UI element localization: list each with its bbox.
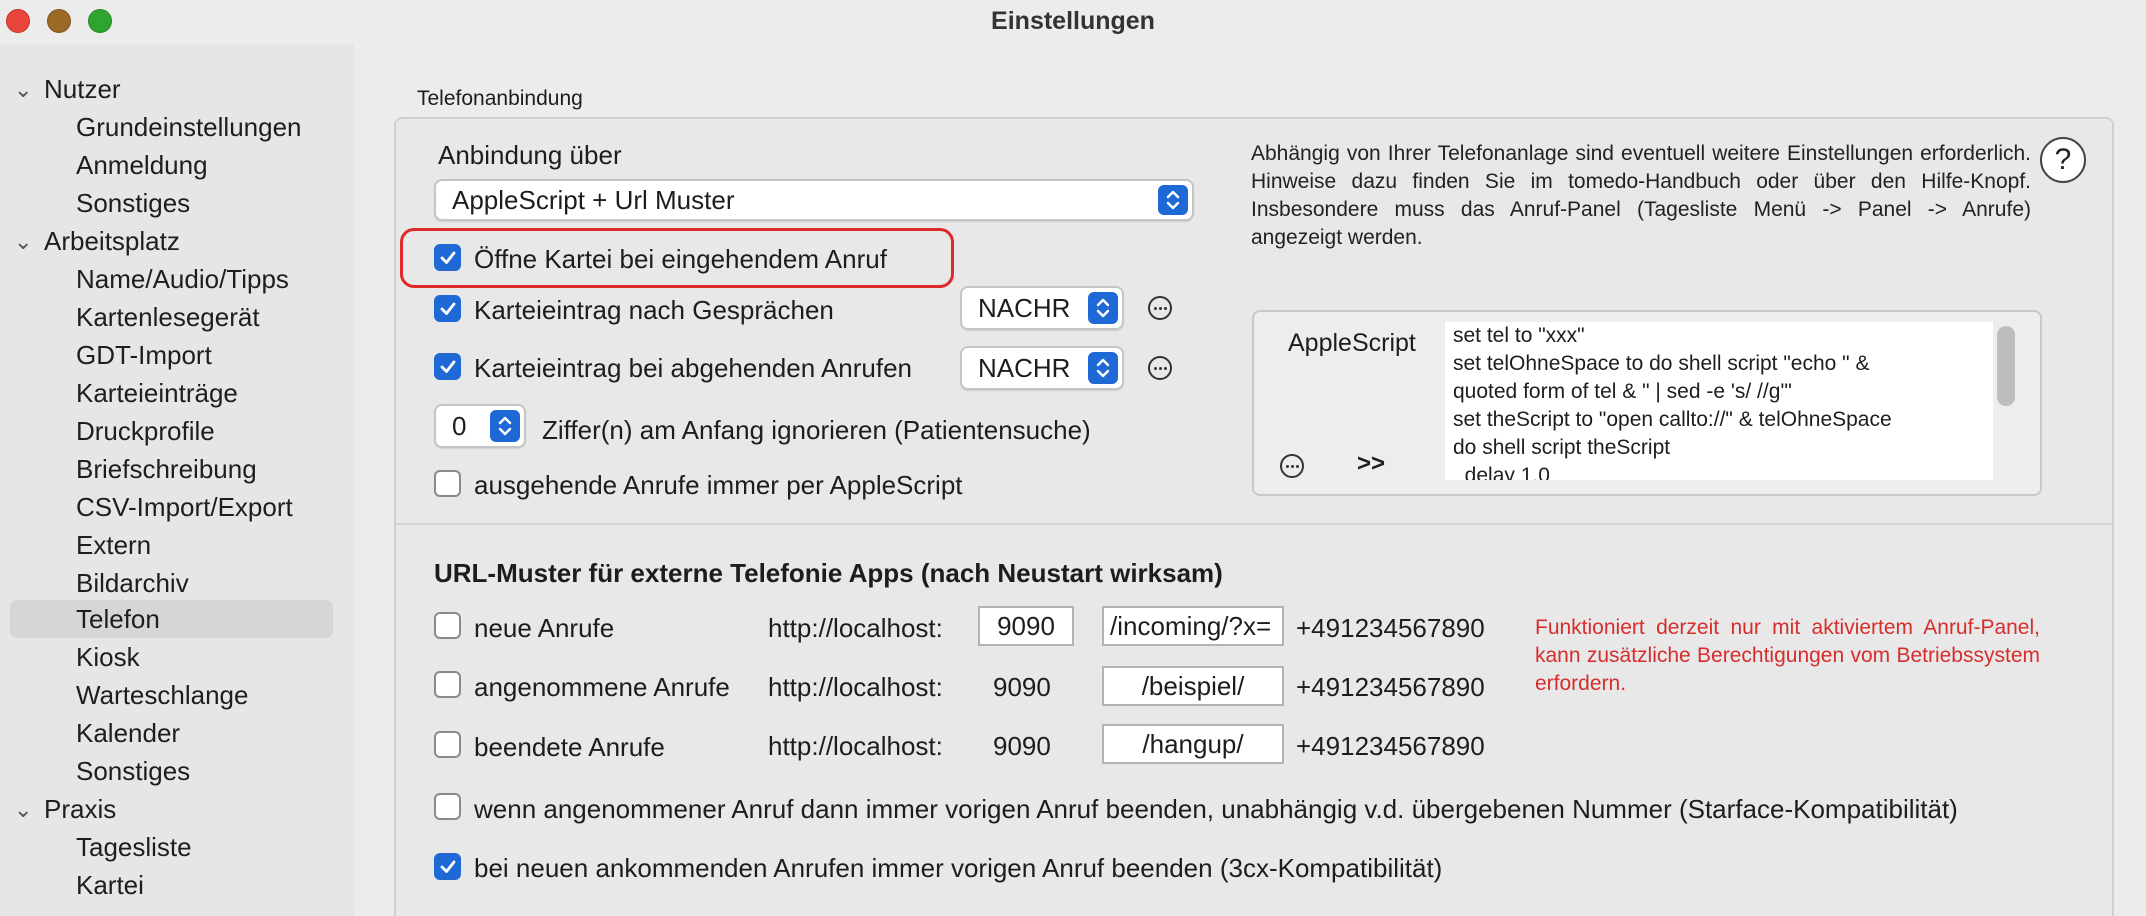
- title-bar: Einstellungen: [0, 0, 2146, 44]
- url-section-heading: URL-Muster für externe Telefonie Apps (n…: [434, 558, 1223, 588]
- ended-calls-port: 9090: [993, 731, 1051, 761]
- section-divider: [396, 523, 2112, 525]
- outgoing-applescript-checkbox[interactable]: [434, 470, 461, 497]
- accepted-calls-number: +491234567890: [1296, 672, 1485, 702]
- sidebar-item-karteieintraege[interactable]: Karteieinträge: [0, 374, 354, 412]
- new-calls-checkbox[interactable]: [434, 612, 461, 639]
- new-calls-host: http://localhost:: [768, 613, 943, 643]
- digits-label: Ziffer(n) am Anfang ignorieren (Patiente…: [542, 415, 1091, 445]
- outgoing-applescript-label: ausgehende Anrufe immer per AppleScript: [474, 470, 963, 500]
- sidebar-item-extern[interactable]: Extern: [0, 526, 354, 564]
- ended-calls-checkbox[interactable]: [434, 731, 461, 758]
- entry-outgoing-select[interactable]: NACHR: [960, 346, 1124, 390]
- sidebar-item-druckprofile[interactable]: Druckprofile: [0, 412, 354, 450]
- updown-chevron-icon: [1088, 352, 1118, 384]
- chevron-down-icon: ⌄: [14, 77, 33, 102]
- sidebar-item-bildarchiv[interactable]: Bildarchiv: [0, 564, 354, 602]
- ended-calls-host: http://localhost:: [768, 731, 943, 761]
- accepted-calls-label: angenommene Anrufe: [474, 672, 730, 702]
- sidebar-item-kalender[interactable]: Kalender: [0, 714, 354, 752]
- sidebar-item-warteschlange[interactable]: Warteschlange: [0, 676, 354, 714]
- threecx-label: bei neuen ankommenden Anrufen immer vori…: [474, 853, 1443, 883]
- starface-label: wenn angenommener Anruf dann immer vorig…: [474, 794, 1958, 824]
- sidebar-item-briefschreibung[interactable]: Briefschreibung: [0, 450, 354, 488]
- sidebar-item-telefon[interactable]: Telefon: [0, 600, 354, 638]
- sidebar-group-praxis[interactable]: ⌄ Praxis: [0, 790, 354, 828]
- help-text: Abhängig von Ihrer Telefonanlage sind ev…: [1251, 142, 2031, 249]
- sidebar-item-anmeldung[interactable]: Anmeldung: [0, 146, 354, 184]
- entry-outgoing-checkbox[interactable]: [434, 353, 461, 380]
- sidebar-item-sonstiges-nutzer[interactable]: Sonstiges: [0, 184, 354, 222]
- more-options-icon[interactable]: [1280, 454, 1304, 478]
- more-options-icon[interactable]: [1148, 296, 1172, 320]
- updown-chevron-icon: [490, 410, 520, 442]
- window-title: Einstellungen: [991, 7, 1155, 35]
- new-calls-port-input[interactable]: 9090: [978, 606, 1074, 646]
- help-button[interactable]: ?: [2040, 137, 2086, 183]
- starface-checkbox[interactable]: [434, 793, 461, 820]
- new-calls-number: +491234567890: [1296, 613, 1485, 643]
- chevron-down-icon: ⌄: [14, 797, 33, 822]
- entry-outgoing-label: Karteieintrag bei abgehenden Anrufen: [474, 353, 913, 383]
- sidebar-group-nutzer[interactable]: ⌄ Nutzer: [0, 70, 354, 108]
- expand-script-button[interactable]: >>: [1357, 450, 1385, 478]
- accepted-calls-host: http://localhost:: [768, 672, 943, 702]
- open-card-checkbox[interactable]: [434, 244, 461, 271]
- sidebar-group-arbeitsplatz[interactable]: ⌄ Arbeitsplatz: [0, 222, 354, 260]
- accepted-calls-port: 9090: [993, 672, 1051, 702]
- chevron-down-icon: ⌄: [14, 229, 33, 254]
- open-card-label: Öffne Kartei bei eingehendem Anruf: [474, 244, 887, 274]
- telefonanbindung-title: Telefonanbindung: [417, 87, 583, 110]
- entry-after-call-label: Karteieintrag nach Gesprächen: [474, 295, 834, 325]
- applescript-editor[interactable]: set tel to "xxx" set telOhneSpace to do …: [1445, 322, 1993, 480]
- ended-calls-number: +491234567890: [1296, 731, 1485, 761]
- ended-calls-path-input[interactable]: /hangup/: [1102, 724, 1284, 764]
- sidebar: ⌄ Nutzer Grundeinstellungen Anmeldung So…: [0, 44, 354, 916]
- sidebar-item-sonstiges-arbeitsplatz[interactable]: Sonstiges: [0, 752, 354, 790]
- updown-chevron-icon: [1088, 292, 1118, 324]
- applescript-label: AppleScript: [1288, 329, 1416, 357]
- sidebar-item-name-audio-tipps[interactable]: Name/Audio/Tipps: [0, 260, 354, 298]
- more-options-icon[interactable]: [1148, 356, 1172, 380]
- ended-calls-label: beendete Anrufe: [474, 732, 665, 762]
- applescript-scrollbar[interactable]: [1997, 326, 2015, 406]
- updown-chevron-icon: [1158, 185, 1188, 215]
- sidebar-item-gdt-import[interactable]: GDT-Import: [0, 336, 354, 374]
- entry-after-call-checkbox[interactable]: [434, 295, 461, 322]
- new-calls-path-input[interactable]: /incoming/?x=: [1102, 606, 1284, 646]
- sidebar-item-csv-import-export[interactable]: CSV-Import/Export: [0, 488, 354, 526]
- anbindung-label: Anbindung über: [438, 140, 622, 170]
- accepted-calls-checkbox[interactable]: [434, 671, 461, 698]
- url-warning-note: Funktioniert derzeit nur mit aktiviertem…: [1535, 616, 2040, 695]
- sidebar-item-kartenlesegeraet[interactable]: Kartenlesegerät: [0, 298, 354, 336]
- sidebar-item-grundeinstellungen[interactable]: Grundeinstellungen: [0, 108, 354, 146]
- sidebar-item-kiosk[interactable]: Kiosk: [0, 638, 354, 676]
- new-calls-label: neue Anrufe: [474, 613, 615, 643]
- sidebar-item-kartei[interactable]: Kartei: [0, 866, 354, 904]
- threecx-checkbox[interactable]: [434, 853, 461, 880]
- entry-after-call-select[interactable]: NACHR: [960, 286, 1124, 330]
- anbindung-select[interactable]: AppleScript + Url Muster: [434, 179, 1194, 221]
- accepted-calls-path-input[interactable]: /beispiel/: [1102, 666, 1284, 706]
- sidebar-item-tagesliste[interactable]: Tagesliste: [0, 828, 354, 866]
- digits-stepper[interactable]: 0: [434, 404, 526, 448]
